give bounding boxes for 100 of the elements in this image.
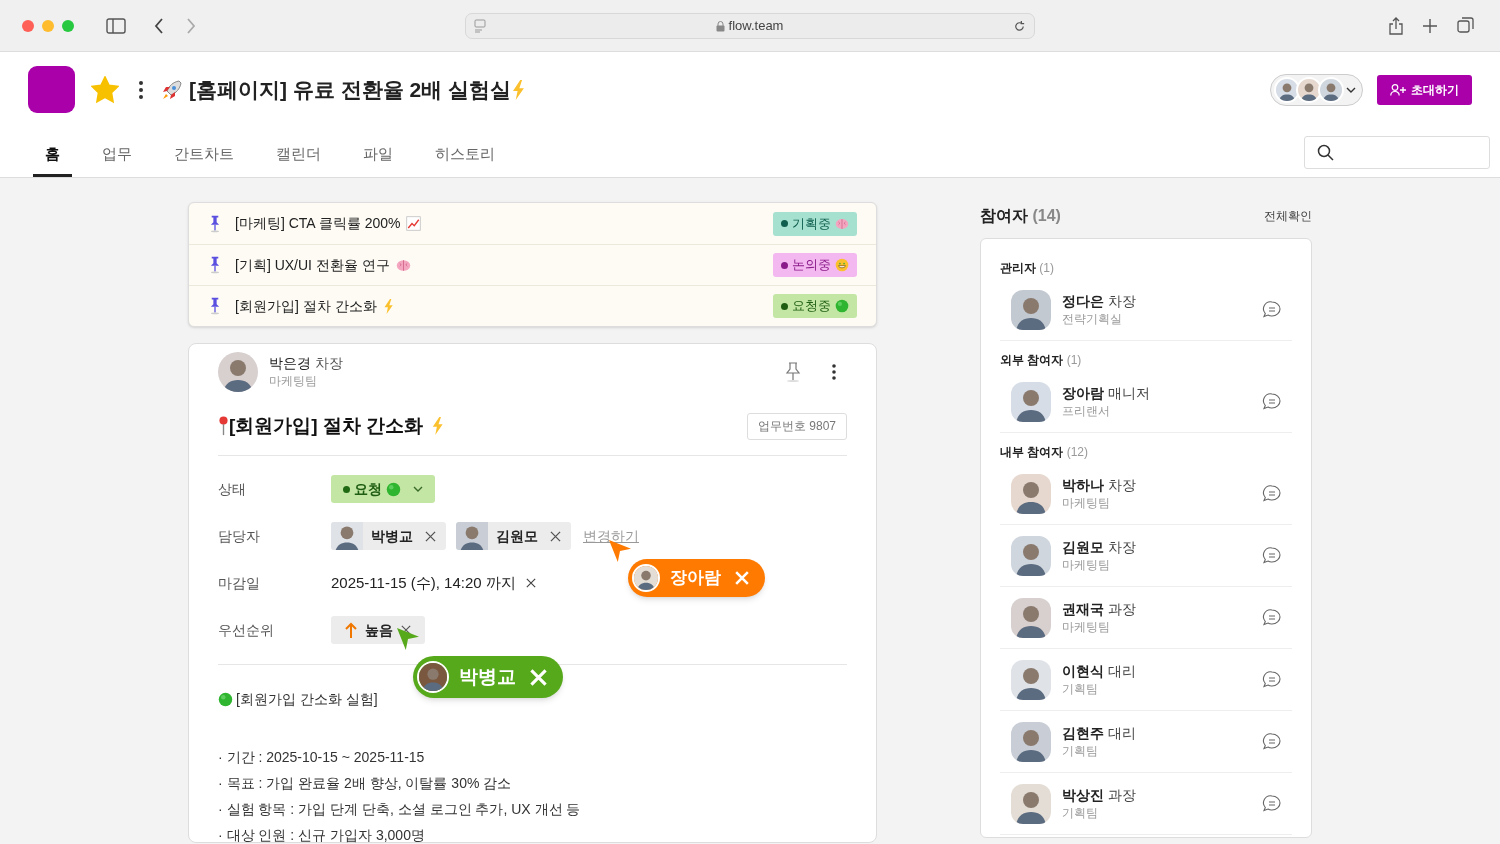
participant-row[interactable]: 장아람 매니저 프리랜서	[1000, 371, 1292, 433]
participant-team: 마케팅팀	[1062, 556, 1111, 574]
participant-row[interactable]: 김현주 대리 기획팀	[1000, 711, 1292, 773]
add-user-icon	[1390, 83, 1407, 96]
sidebar-icon[interactable]	[106, 17, 126, 34]
lightning-icon	[431, 417, 444, 436]
smiley-icon	[835, 258, 849, 272]
avatar-icon	[1296, 76, 1322, 103]
bullet-text: · 대상 인원 : 신규 가입자 3,000명	[218, 825, 426, 843]
group-label: 관리자 (1)	[1000, 260, 1055, 277]
avatar-icon	[417, 661, 449, 693]
participant-name: 권재국 과장	[1062, 599, 1136, 618]
chat-icon[interactable]	[1262, 392, 1282, 411]
close-icon[interactable]	[550, 530, 561, 542]
participant-row[interactable]: 박하나 차장 마케팅팀	[1000, 463, 1292, 525]
lock-icon	[715, 20, 725, 32]
chat-icon[interactable]	[1262, 670, 1282, 689]
tab[interactable]: 히스토리	[423, 135, 507, 177]
star-icon[interactable]	[91, 75, 119, 104]
more-icon[interactable]	[139, 80, 143, 99]
invite-button[interactable]: 초대하기	[1377, 74, 1472, 105]
status-label: 요청중	[792, 297, 831, 316]
view-all-link[interactable]: 전체확인	[1264, 207, 1312, 225]
chat-icon[interactable]	[1262, 546, 1282, 565]
tabs-overview-icon[interactable]	[1457, 17, 1474, 34]
participant-name: 김현주 대리	[1062, 723, 1136, 742]
participant-team: 기획팀	[1062, 742, 1099, 760]
participant-team: 기획팀	[1062, 804, 1099, 822]
avatar-icon	[1011, 381, 1051, 422]
pushpin-icon[interactable]	[784, 362, 802, 382]
tab[interactable]: 홈	[33, 135, 72, 177]
avatar-icon	[1011, 289, 1051, 330]
close-icon[interactable]	[525, 578, 536, 588]
pinned-task-title[interactable]: [회원가입] 절차 간소화	[235, 295, 377, 317]
circle-emoji-icon	[835, 299, 849, 313]
participant-name: 박상진 과장	[1062, 785, 1136, 804]
avatar-icon	[632, 564, 660, 592]
chat-icon[interactable]	[1262, 484, 1282, 503]
participant-row[interactable]: 권재국 과장 마케팅팀	[1000, 587, 1292, 649]
participant-team: 기획팀	[1062, 680, 1099, 698]
field-label: 우선순위	[218, 620, 275, 640]
avatar-icon	[1011, 597, 1051, 638]
members-dropdown[interactable]	[1270, 73, 1363, 106]
tab[interactable]: 간트차트	[162, 135, 246, 177]
participant-name: 이현식 대리	[1062, 661, 1136, 680]
participant-row[interactable]: 이현식 대리 기획팀	[1000, 649, 1292, 711]
avatar-icon	[456, 522, 488, 550]
back-icon[interactable]	[154, 17, 164, 34]
pinned-task-title[interactable]: [마케팅] CTA 클릭률 200%	[235, 213, 401, 234]
avatar-icon	[1011, 535, 1051, 576]
share-icon[interactable]	[1389, 16, 1403, 35]
avatar-icon	[1274, 76, 1300, 103]
close-icon[interactable]	[401, 625, 411, 635]
chat-icon[interactable]	[1262, 608, 1282, 627]
bullet-text: · 기간 : 2025-10-15 ~ 2025-11-15	[218, 747, 426, 767]
chat-icon[interactable]	[1262, 732, 1282, 751]
close-icon	[530, 668, 547, 686]
body-heading: [회원가입 간소화 실험]	[236, 689, 378, 709]
page-icon	[474, 19, 486, 33]
task-number-tag: 업무번호 9807	[746, 412, 847, 440]
reload-icon[interactable]	[1013, 19, 1026, 33]
tab[interactable]: 파일	[351, 135, 405, 177]
project-title: [홈페이지] 유료 전환율 2배 실험실	[189, 76, 511, 103]
cursor-arrow-icon	[397, 628, 419, 650]
pushpin-icon	[209, 214, 221, 233]
participant-team: 마케팅팀	[1062, 618, 1111, 636]
status-dropdown[interactable]: 요청	[331, 475, 435, 503]
deadline-text: 2025-11-15 (수), 14:20 까지	[331, 572, 516, 593]
arrow-up-icon	[345, 622, 357, 638]
avatar-icon	[1011, 473, 1051, 514]
participant-row[interactable]: 정다은 차장 전략기획실	[1000, 279, 1292, 341]
search-field[interactable]	[1304, 136, 1490, 169]
participant-row[interactable]: 김원모 차장 마케팅팀	[1000, 525, 1292, 587]
priority-label: 높음	[365, 620, 393, 640]
participant-team: 전략기획실	[1062, 310, 1123, 328]
brain-icon	[395, 257, 411, 273]
participant-team: 프리랜서	[1062, 402, 1111, 420]
new-tab-icon[interactable]	[1423, 18, 1437, 33]
author-name: 박은경 차장	[269, 354, 343, 372]
chart-icon	[406, 216, 422, 231]
chevron-down-icon	[413, 486, 423, 492]
pinned-task-title[interactable]: [기획] UX/UI 전환율 연구	[235, 254, 390, 276]
close-window-icon[interactable]	[22, 19, 34, 32]
tab[interactable]: 업무	[90, 135, 144, 177]
project-logo	[28, 66, 75, 113]
participant-row[interactable]: 박상진 과장 기획팀	[1000, 773, 1292, 835]
task-title: [회원가입] 절차 간소화	[229, 414, 424, 438]
more-icon[interactable]	[832, 364, 836, 380]
tab[interactable]: 캘린더	[264, 135, 333, 177]
group-label: 내부 참여자 (12)	[1000, 444, 1090, 461]
chat-icon[interactable]	[1262, 300, 1282, 319]
address-bar[interactable]: flow.team	[465, 13, 1035, 39]
chat-icon[interactable]	[1262, 794, 1282, 813]
close-icon	[735, 571, 749, 585]
field-label: 담당자	[218, 526, 261, 546]
close-icon[interactable]	[425, 530, 436, 542]
circle-emoji-icon	[218, 691, 233, 707]
avatar-icon	[218, 352, 258, 392]
participant-team: 마케팅팀	[1062, 494, 1111, 512]
status-label: 논의중	[792, 256, 831, 275]
